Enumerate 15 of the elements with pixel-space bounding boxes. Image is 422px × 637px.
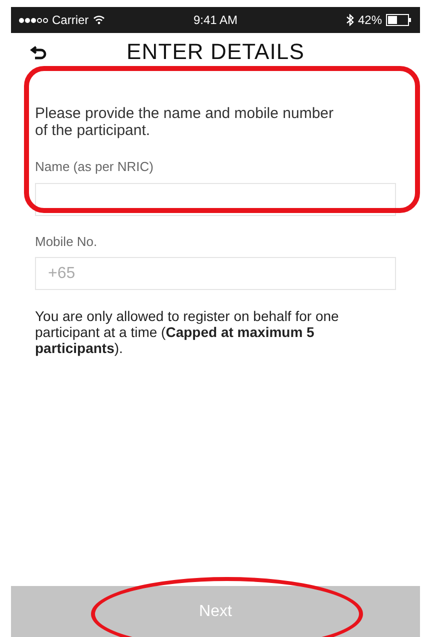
intro-text: Please provide the name and mobile number of the participant.	[35, 105, 335, 139]
input-field[interactable]: +65	[35, 257, 396, 290]
notice-text: You are only allowed to register on behalf for one participant at a time (Capped at maximum 5 participants).	[35, 308, 340, 356]
signal-icon	[19, 18, 48, 22]
status-time: 9:41 AM	[192, 12, 239, 29]
field-label: Mobile No.	[35, 232, 98, 250]
bluetooth-icon	[346, 14, 354, 26]
back-icon[interactable]	[30, 45, 48, 61]
wifi-icon	[92, 15, 105, 25]
input-field[interactable]	[35, 182, 396, 216]
battery-percent: 42%	[358, 12, 382, 29]
page-title: ENTER DETAILS	[126, 38, 304, 66]
field-label: Name (as per NRIC)	[35, 158, 154, 176]
battery-icon	[386, 14, 412, 26]
carrier-name: Carrier	[52, 12, 89, 29]
